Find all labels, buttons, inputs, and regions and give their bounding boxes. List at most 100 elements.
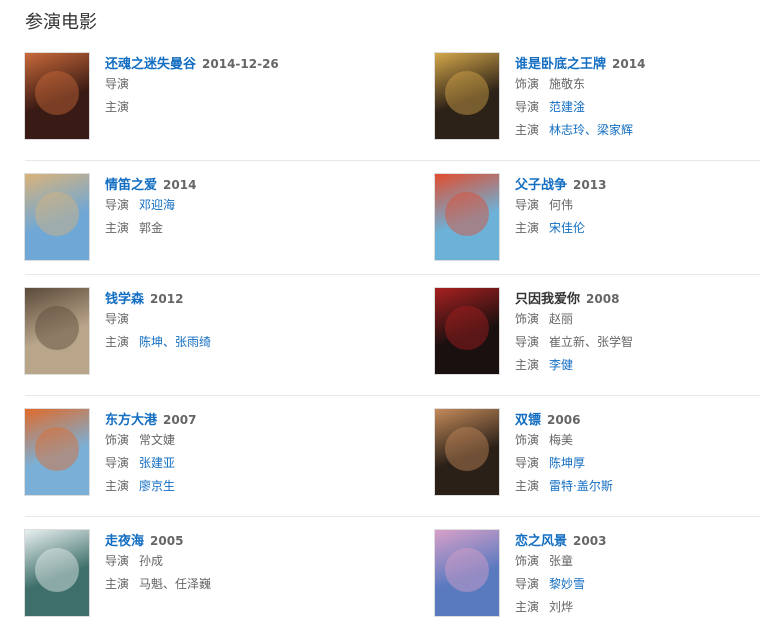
role-line: 主演 刘烨	[515, 596, 760, 619]
role-label: 导演	[515, 577, 540, 591]
poster-image[interactable]	[25, 409, 89, 495]
movie-item: 父子战争 2013 导演 何伟 主演 宋佳伦	[435, 174, 760, 264]
person-link[interactable]: 范建淦	[549, 100, 585, 114]
poster-image[interactable]	[25, 288, 89, 374]
role-label: 主演	[105, 577, 130, 591]
section-title: 参演电影	[25, 12, 97, 33]
role-line: 主演 陈坤、张雨绮	[105, 331, 355, 354]
person-name: 郭金	[139, 221, 164, 235]
movie-item: 钱学森 2012 导演 主演 陈坤、张雨绮	[25, 288, 355, 378]
person-name: 常文婕	[139, 433, 176, 447]
movie-item: 情笛之爱 2014 导演 邓迎海 主演 郭金	[25, 174, 355, 264]
role-label: 导演	[105, 554, 130, 568]
role-label: 导演	[515, 456, 540, 470]
movie-title-link[interactable]: 还魂之迷失曼谷	[105, 57, 196, 72]
movie-title-link[interactable]: 东方大港	[105, 413, 157, 428]
poster-figure	[445, 306, 489, 350]
role-line: 主演 马魁、任泽巍	[105, 573, 355, 596]
movie-year: 2006	[547, 413, 581, 427]
person-link[interactable]: 邓迎海	[139, 198, 175, 212]
person-name: 施敬东	[549, 77, 586, 91]
movie-year: 2003	[573, 534, 607, 548]
person-name: 崔立新、张学智	[549, 335, 634, 349]
person-link[interactable]: 宋佳伦	[549, 221, 585, 235]
role-line: 导演 陈坤厚	[515, 452, 760, 475]
poster-figure	[445, 192, 489, 236]
role-label: 导演	[105, 456, 130, 470]
poster-image[interactable]	[435, 53, 499, 139]
role-label: 主演	[105, 335, 130, 349]
person-link[interactable]: 陈坤厚	[549, 456, 585, 470]
poster-image[interactable]	[25, 530, 89, 616]
poster-image[interactable]	[435, 288, 499, 374]
poster-figure	[445, 71, 489, 115]
role-line: 导演 何伟	[515, 194, 760, 217]
role-line: 饰演 张童	[515, 550, 760, 573]
movie-info: 恋之风景 2003 饰演 张童 导演 黎妙雪 主演 刘烨	[515, 530, 760, 619]
movie-title-link[interactable]: 走夜海	[105, 534, 144, 549]
movie-year: 2013	[573, 178, 607, 192]
row-divider	[25, 395, 760, 396]
role-label: 主演	[515, 221, 540, 235]
person-link[interactable]: 雷特·盖尔斯	[549, 479, 613, 493]
role-line: 导演 张建亚	[105, 452, 355, 475]
poster-image[interactable]	[435, 409, 499, 495]
role-label: 主演	[515, 123, 540, 137]
row-divider	[25, 160, 760, 161]
role-label: 导演	[515, 335, 540, 349]
role-label: 主演	[515, 479, 540, 493]
movie-item: 东方大港 2007 饰演 常文婕 导演 张建亚 主演 廖京生	[25, 409, 355, 499]
role-line: 主演 林志玲、梁家辉	[515, 119, 760, 142]
person-name: 何伟	[549, 198, 574, 212]
role-label: 导演	[515, 198, 540, 212]
person-link[interactable]: 林志玲、梁家辉	[549, 123, 633, 137]
role-line: 导演	[105, 308, 355, 331]
role-line: 主演 李健	[515, 354, 760, 377]
person-link[interactable]: 张建亚	[139, 456, 175, 470]
role-line: 饰演 施敬东	[515, 73, 760, 96]
poster-image[interactable]	[25, 53, 89, 139]
role-line: 导演 范建淦	[515, 96, 760, 119]
role-label: 主演	[105, 221, 130, 235]
person-name: 梅美	[549, 433, 574, 447]
person-name: 孙成	[139, 554, 164, 568]
movie-info: 钱学森 2012 导演 主演 陈坤、张雨绮	[105, 288, 355, 354]
movie-title-link[interactable]: 情笛之爱	[105, 178, 157, 193]
role-label: 主演	[515, 600, 540, 614]
role-label: 导演	[105, 198, 130, 212]
role-line: 导演 崔立新、张学智	[515, 331, 760, 354]
person-name: 马魁、任泽巍	[139, 577, 212, 591]
role-label: 饰演	[515, 433, 540, 447]
poster-figure	[35, 548, 79, 592]
person-link[interactable]: 廖京生	[139, 479, 175, 493]
poster-image[interactable]	[435, 530, 499, 616]
movie-item: 双镖 2006 饰演 梅美 导演 陈坤厚 主演 雷特·盖尔斯	[435, 409, 760, 499]
movie-title-link[interactable]: 钱学森	[105, 292, 144, 307]
movie-title-link[interactable]: 谁是卧底之王牌	[515, 57, 606, 72]
role-label: 主演	[515, 358, 540, 372]
person-link[interactable]: 黎妙雪	[549, 577, 585, 591]
row-divider	[25, 274, 760, 275]
person-name: 张童	[549, 554, 574, 568]
role-line: 主演 宋佳伦	[515, 217, 760, 240]
movie-year: 2007	[163, 413, 197, 427]
movie-info: 还魂之迷失曼谷 2014-12-26 导演 主演	[105, 53, 355, 119]
person-link[interactable]: 陈坤、张雨绮	[139, 335, 211, 349]
role-line: 导演 孙成	[105, 550, 355, 573]
movie-info: 父子战争 2013 导演 何伟 主演 宋佳伦	[515, 174, 760, 240]
poster-figure	[35, 71, 79, 115]
movie-info: 谁是卧底之王牌 2014 饰演 施敬东 导演 范建淦 主演 林志玲、梁家辉	[515, 53, 760, 142]
role-line: 主演 廖京生	[105, 475, 355, 498]
movie-title-link[interactable]: 父子战争	[515, 178, 567, 193]
person-link[interactable]: 李健	[549, 358, 573, 372]
movie-year: 2008	[586, 292, 620, 306]
role-line: 主演 雷特·盖尔斯	[515, 475, 760, 498]
movie-title-link[interactable]: 双镖	[515, 413, 541, 428]
movie-info: 双镖 2006 饰演 梅美 导演 陈坤厚 主演 雷特·盖尔斯	[515, 409, 760, 498]
movie-year: 2012	[150, 292, 184, 306]
poster-image[interactable]	[25, 174, 89, 260]
poster-image[interactable]	[435, 174, 499, 260]
role-label: 主演	[105, 479, 130, 493]
person-name: 刘烨	[549, 600, 574, 614]
movie-title-link[interactable]: 恋之风景	[515, 534, 567, 549]
